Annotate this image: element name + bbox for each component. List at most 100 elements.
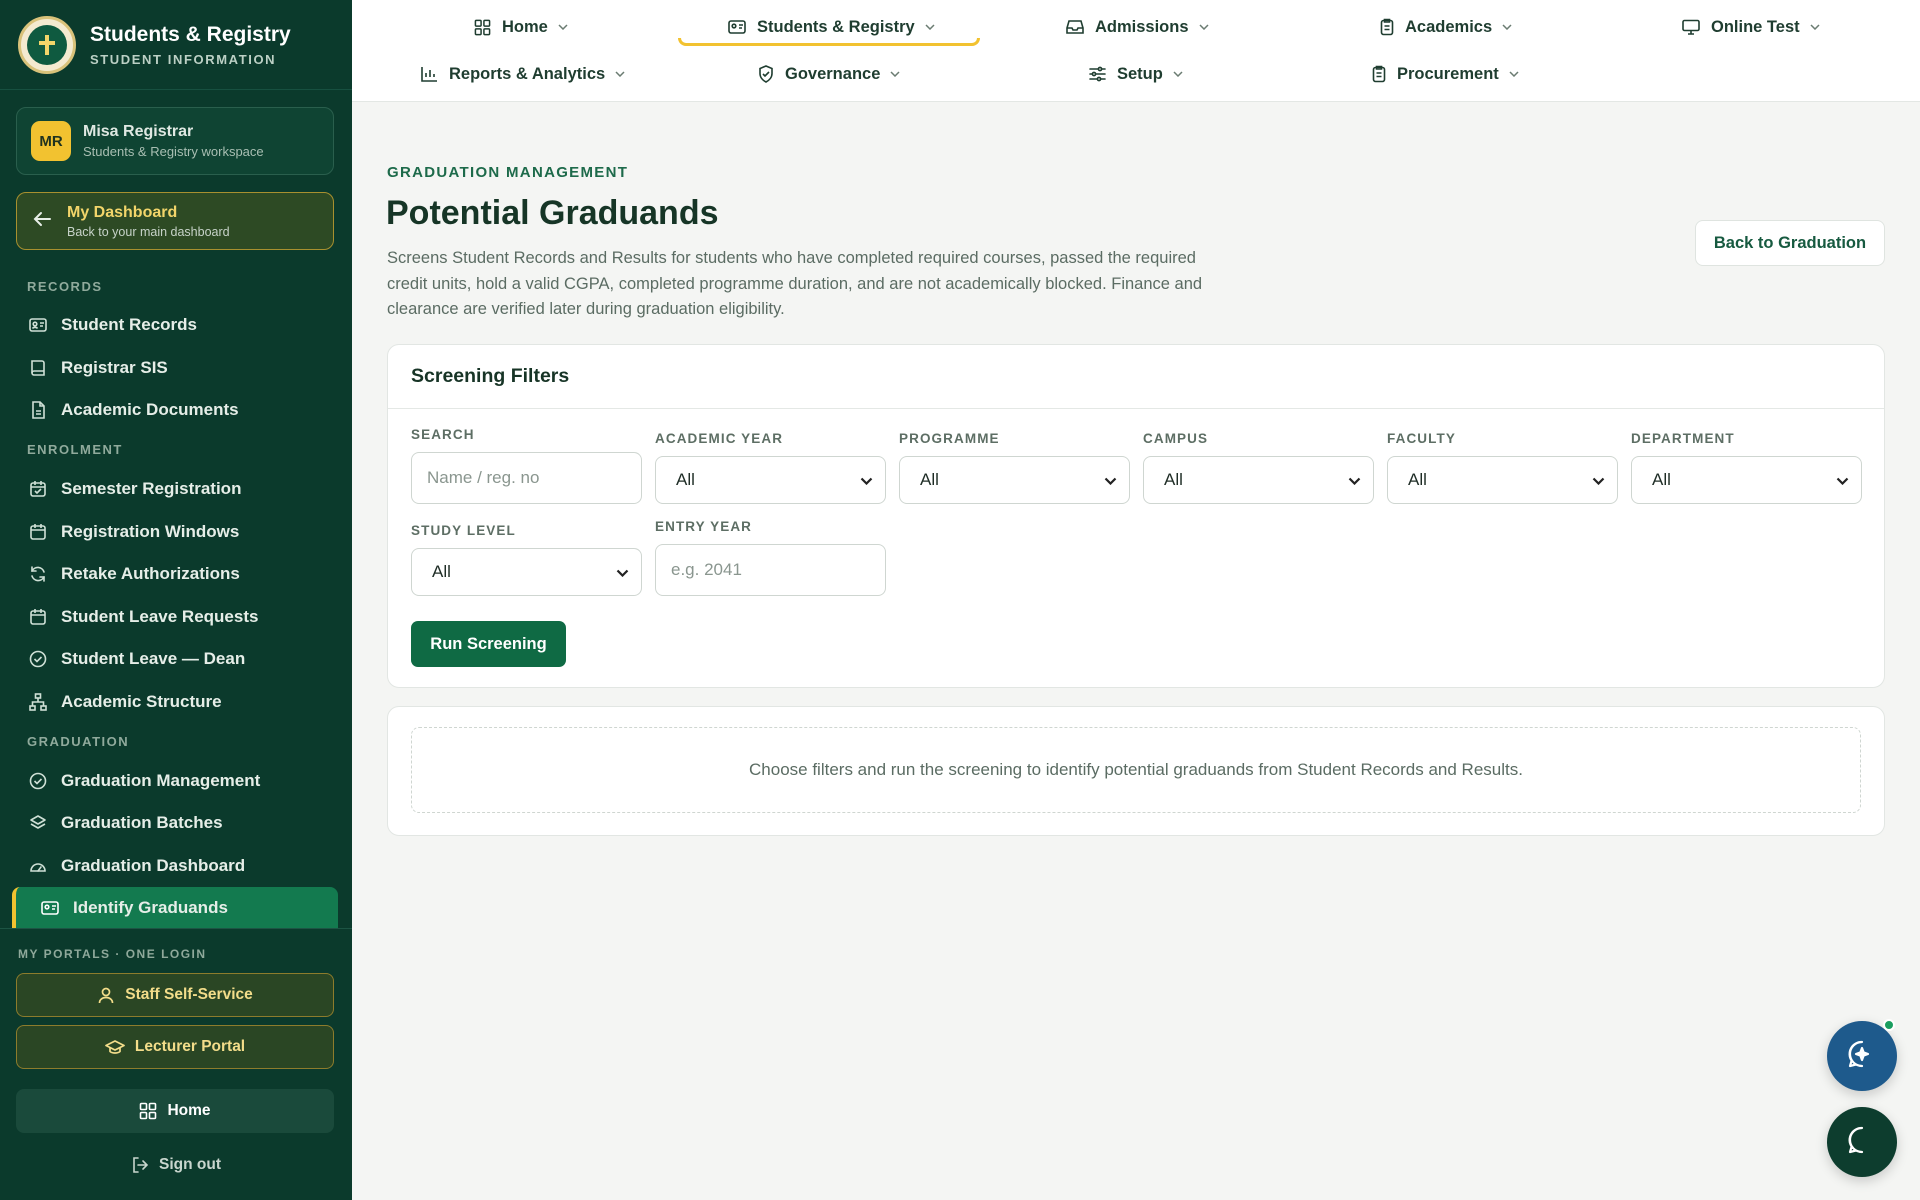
shield-check-icon bbox=[758, 65, 774, 83]
study-level-field: STUDY LEVEL All bbox=[411, 523, 642, 596]
select-value: All bbox=[1652, 470, 1671, 489]
check-circle-icon bbox=[28, 771, 48, 791]
chevron-down-icon bbox=[925, 24, 935, 30]
chevron-down-icon bbox=[1104, 470, 1117, 490]
top-navigation: Home Students & Registry Admissions Acad… bbox=[352, 0, 1920, 102]
grid-icon bbox=[139, 1102, 157, 1120]
sign-out-button[interactable]: Sign out bbox=[0, 1143, 352, 1187]
screening-filters-card: Screening Filters SEARCH ACADEMIC YEAR A… bbox=[387, 344, 1885, 688]
sidebar-item-academic-documents[interactable]: Academic Documents bbox=[0, 389, 352, 432]
university-logo bbox=[18, 15, 76, 74]
department-label: DEPARTMENT bbox=[1631, 431, 1735, 446]
sidebar-item-label: Retake Authorizations bbox=[61, 564, 240, 584]
faculty-select[interactable]: All bbox=[1387, 456, 1618, 504]
sidebar-item-identify-graduands[interactable]: Identify Graduands bbox=[12, 887, 338, 928]
topnav-setup[interactable]: Setup bbox=[1089, 60, 1183, 88]
my-dashboard-button[interactable]: My Dashboard Back to your main dashboard bbox=[16, 192, 334, 250]
topnav-online-test[interactable]: Online Test bbox=[1682, 13, 1820, 41]
sign-out-label: Sign out bbox=[159, 1156, 221, 1173]
topnav-label: Academics bbox=[1405, 17, 1493, 36]
user-card[interactable]: MR Misa Registrar Students & Registry wo… bbox=[16, 107, 334, 175]
chevron-down-icon bbox=[860, 470, 873, 490]
brand-title: Students & Registry bbox=[90, 22, 291, 46]
search-input[interactable] bbox=[411, 452, 642, 504]
sidebar-item-label: Registration Windows bbox=[61, 521, 240, 541]
sidebar-home-button[interactable]: Home bbox=[16, 1089, 334, 1133]
sidebar-item-graduation-management[interactable]: Graduation Management bbox=[0, 759, 352, 802]
run-screening-button[interactable]: Run Screening bbox=[411, 621, 566, 667]
study-level-select[interactable]: All bbox=[411, 548, 642, 596]
topnav-home[interactable]: Home bbox=[474, 13, 568, 41]
study-level-label: STUDY LEVEL bbox=[411, 523, 516, 538]
sidebar-item-retake-authorizations[interactable]: Retake Authorizations bbox=[0, 553, 352, 596]
topnav-academics[interactable]: Academics bbox=[1380, 13, 1512, 41]
chevron-down-icon bbox=[1810, 24, 1820, 30]
topnav-procurement[interactable]: Procurement bbox=[1372, 60, 1519, 88]
brand-subtitle: STUDENT INFORMATION bbox=[90, 51, 277, 67]
chevron-down-icon bbox=[890, 71, 900, 77]
topnav-label: Setup bbox=[1117, 64, 1163, 83]
sidebar-item-label: Graduation Dashboard bbox=[61, 855, 246, 875]
calendar-icon bbox=[28, 607, 48, 627]
staff-self-service-button[interactable]: Staff Self-Service bbox=[16, 973, 334, 1017]
select-value: All bbox=[1408, 470, 1427, 489]
department-field: DEPARTMENT All bbox=[1631, 431, 1862, 504]
sidebar-item-academic-structure[interactable]: Academic Structure bbox=[0, 681, 352, 724]
sidebar-item-semester-registration[interactable]: Semester Registration bbox=[0, 468, 352, 511]
user-icon bbox=[97, 986, 115, 1004]
sidebar-item-registrar-sis[interactable]: Registrar SIS bbox=[0, 347, 352, 390]
topnav-reports-analytics[interactable]: Reports & Analytics bbox=[421, 60, 625, 88]
topnav-label: Governance bbox=[785, 64, 881, 83]
sidebar-home-label: Home bbox=[167, 1102, 211, 1119]
arrow-left-icon bbox=[33, 209, 53, 234]
back-to-graduation-button[interactable]: Back to Graduation bbox=[1695, 220, 1885, 266]
sidebar-item-student-records[interactable]: Student Records bbox=[0, 304, 352, 347]
active-tab-indicator bbox=[678, 38, 980, 46]
sidebar-item-student-leave-requests[interactable]: Student Leave Requests bbox=[0, 596, 352, 639]
id-card-icon bbox=[40, 898, 60, 918]
sidebar-item-registration-windows[interactable]: Registration Windows bbox=[0, 510, 352, 553]
brand-header: Students & Registry STUDENT INFORMATION bbox=[0, 0, 352, 90]
chat-bubble-icon bbox=[1847, 1125, 1877, 1160]
department-select[interactable]: All bbox=[1631, 456, 1862, 504]
topnav-label: Home bbox=[502, 17, 548, 36]
academic-year-select[interactable]: All bbox=[655, 456, 886, 504]
topnav-label: Admissions bbox=[1095, 17, 1189, 36]
layers-icon bbox=[28, 813, 48, 833]
ai-assistant-button[interactable] bbox=[1827, 1021, 1897, 1091]
chevron-down-icon bbox=[1199, 24, 1209, 30]
academic-year-field: ACADEMIC YEAR All bbox=[655, 431, 886, 504]
sidebar-item-label: Academic Structure bbox=[61, 692, 222, 712]
search-label: SEARCH bbox=[411, 427, 475, 442]
monitor-icon bbox=[1682, 19, 1700, 35]
filters-title: Screening Filters bbox=[388, 345, 1884, 409]
chevron-down-icon bbox=[615, 71, 625, 77]
portals-section: MY PORTALS · ONE LOGIN Staff Self-Servic… bbox=[0, 928, 352, 1200]
clipboard-icon bbox=[1380, 18, 1394, 36]
sidebar-nav[interactable]: RECORDS Student Records Registrar SIS Ac… bbox=[0, 268, 352, 928]
empty-state-message: Choose filters and run the screening to … bbox=[411, 727, 1861, 813]
chevron-down-icon bbox=[1348, 470, 1361, 490]
inbox-icon bbox=[1066, 19, 1084, 35]
programme-select[interactable]: All bbox=[899, 456, 1130, 504]
topnav-governance[interactable]: Governance bbox=[758, 60, 900, 88]
topnav-students-registry[interactable]: Students & Registry bbox=[728, 13, 935, 41]
chevron-down-icon bbox=[616, 562, 629, 582]
select-value: All bbox=[432, 562, 451, 581]
faculty-label: FACULTY bbox=[1387, 431, 1456, 446]
sign-out-icon bbox=[131, 1156, 149, 1174]
lecturer-portal-button[interactable]: Lecturer Portal bbox=[16, 1025, 334, 1069]
entry-year-input[interactable] bbox=[655, 544, 886, 596]
sidebar-item-graduation-batches[interactable]: Graduation Batches bbox=[0, 802, 352, 845]
lecturer-portal-label: Lecturer Portal bbox=[134, 1038, 246, 1055]
chat-button[interactable] bbox=[1827, 1107, 1897, 1177]
document-icon bbox=[28, 400, 48, 420]
dashboard-title: My Dashboard bbox=[67, 203, 178, 221]
section-label-enrolment: ENROLMENT bbox=[27, 442, 123, 458]
chevron-down-icon bbox=[1502, 24, 1512, 30]
campus-select[interactable]: All bbox=[1143, 456, 1374, 504]
sidebar-item-label: Student Leave — Dean bbox=[61, 649, 246, 669]
sidebar-item-student-leave-dean[interactable]: Student Leave — Dean bbox=[0, 638, 352, 681]
sidebar-item-graduation-dashboard[interactable]: Graduation Dashboard bbox=[0, 845, 352, 888]
topnav-admissions[interactable]: Admissions bbox=[1066, 13, 1209, 41]
